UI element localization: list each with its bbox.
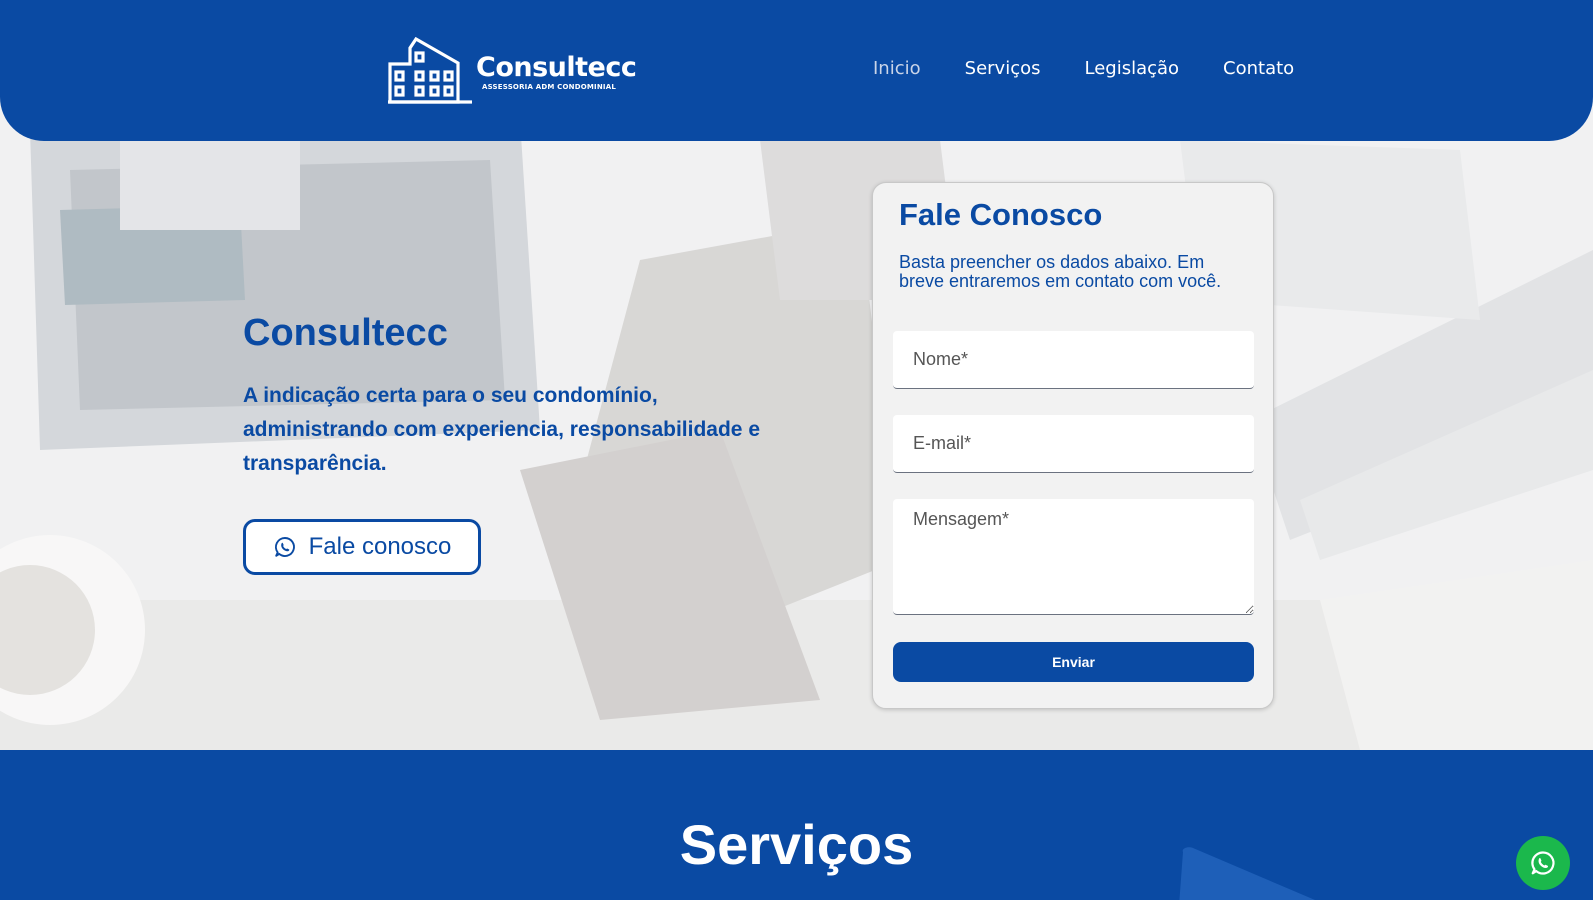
- nav-item-servicos[interactable]: Serviços: [965, 58, 1041, 79]
- whatsapp-icon: [274, 537, 295, 557]
- fale-conosco-button[interactable]: Fale conosco: [243, 519, 481, 575]
- nav-item-contato[interactable]: Contato: [1223, 58, 1294, 79]
- nav-item-legislacao[interactable]: Legislação: [1084, 58, 1179, 79]
- nav-item-inicio[interactable]: Inicio: [873, 58, 921, 79]
- logo-name: Consultecc: [476, 52, 637, 83]
- services-title: Serviços: [679, 813, 914, 876]
- main-nav: Inicio Serviços Legislação Contato: [873, 58, 1338, 79]
- hero-content: Consultecc A indicação certa para o seu …: [243, 312, 803, 575]
- form-subtitle: Basta preencher os dados abaixo. Em brev…: [899, 252, 1222, 291]
- logo-text: Consultecc ASSESSORIA ADM CONDOMINIAL: [476, 52, 637, 91]
- form-title: Fale Conosco: [899, 197, 1103, 232]
- submit-button[interactable]: Enviar: [893, 642, 1254, 682]
- hero-tagline: A indicação certa para o seu condomínio,…: [243, 384, 761, 475]
- logo-subtitle: ASSESSORIA ADM CONDOMINIAL: [482, 83, 616, 91]
- fale-conosco-label: Fale conosco: [308, 533, 452, 560]
- whatsapp-icon: [1531, 851, 1555, 875]
- services-section: Serviços: [0, 750, 1593, 900]
- whatsapp-float-button[interactable]: [1516, 836, 1570, 890]
- contact-form: Fale Conosco Basta preencher os dados ab…: [872, 182, 1274, 709]
- email-field[interactable]: [893, 415, 1254, 473]
- logo[interactable]: Consultecc ASSESSORIA ADM CONDOMINIAL: [388, 36, 637, 104]
- site-header: Consultecc ASSESSORIA ADM CONDOMINIAL In…: [0, 0, 1593, 141]
- message-field[interactable]: [893, 499, 1254, 615]
- services-decoration: [1179, 847, 1315, 900]
- building-icon: [388, 36, 472, 104]
- hero-title: Consultecc: [243, 312, 448, 354]
- name-field[interactable]: [893, 331, 1254, 389]
